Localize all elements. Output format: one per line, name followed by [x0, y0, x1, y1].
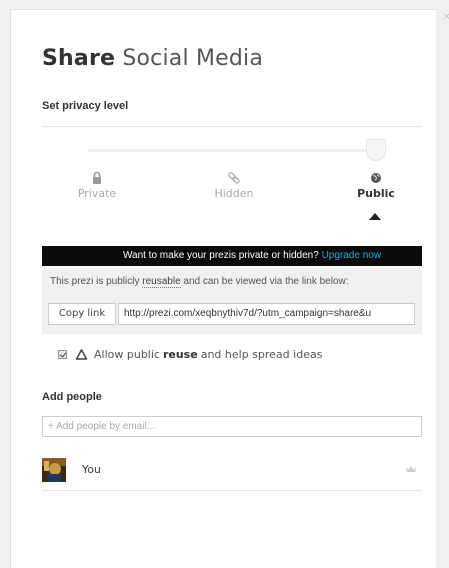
lock-icon	[93, 171, 101, 184]
person-name: You	[82, 463, 101, 476]
divider	[42, 126, 422, 127]
avatar-image	[42, 458, 66, 482]
share-link-field[interactable]: http://prezi.com/xeqbnythiv7d/?utm_campa…	[118, 303, 415, 325]
selected-caret-icon	[369, 213, 381, 220]
globe-icon	[371, 173, 381, 183]
close-icon[interactable]: ×	[443, 12, 449, 22]
link-icon	[228, 172, 240, 184]
reuse-text-start: Allow public	[94, 348, 160, 361]
privacy-level-label: Public	[357, 187, 395, 200]
share-link-panel: This prezi is publicly reusable and can …	[42, 268, 422, 334]
info-text-end: and can be viewed via the link below:	[180, 276, 349, 287]
divider	[42, 490, 422, 491]
person-row: You	[42, 458, 422, 486]
add-people-label: Add people	[42, 391, 102, 403]
title-light: Social Media	[122, 46, 264, 71]
reuse-text-bold: reuse	[162, 348, 198, 361]
allow-reuse-row: Allow public reuse and help spread ideas	[58, 348, 322, 361]
add-people-email-input[interactable]: + Add people by email...	[42, 416, 422, 437]
reuse-text-end: and help spread ideas	[200, 348, 323, 361]
privacy-section-label: Set privacy level	[42, 100, 129, 112]
avatar	[42, 458, 66, 482]
upgrade-banner: Want to make your prezis private or hidd…	[42, 246, 422, 266]
dialog-title: Share Social Media	[42, 46, 263, 71]
info-text-start: This prezi is publicly	[50, 276, 143, 287]
privacy-level-private[interactable]: Private	[57, 171, 137, 200]
allow-reuse-checkbox[interactable]	[58, 350, 67, 359]
upgrade-text: Want to make your prezis private or hidd…	[122, 250, 319, 261]
privacy-slider-track[interactable]	[88, 149, 378, 152]
privacy-level-hidden[interactable]: Hidden	[194, 171, 274, 200]
copy-link-button[interactable]: Copy link	[48, 303, 116, 325]
upgrade-now-link[interactable]: Upgrade now	[322, 250, 381, 261]
privacy-level-public[interactable]: Public	[336, 171, 416, 200]
crown-icon	[406, 466, 416, 472]
recycle-icon	[75, 348, 88, 360]
reusable-link[interactable]: reusable	[142, 276, 181, 288]
privacy-level-label: Hidden	[214, 187, 254, 200]
privacy-level-label: Private	[77, 187, 117, 200]
privacy-slider-thumb[interactable]	[366, 139, 386, 161]
title-bold: Share	[42, 46, 116, 71]
share-info-text: This prezi is publicly reusable and can …	[50, 276, 349, 288]
